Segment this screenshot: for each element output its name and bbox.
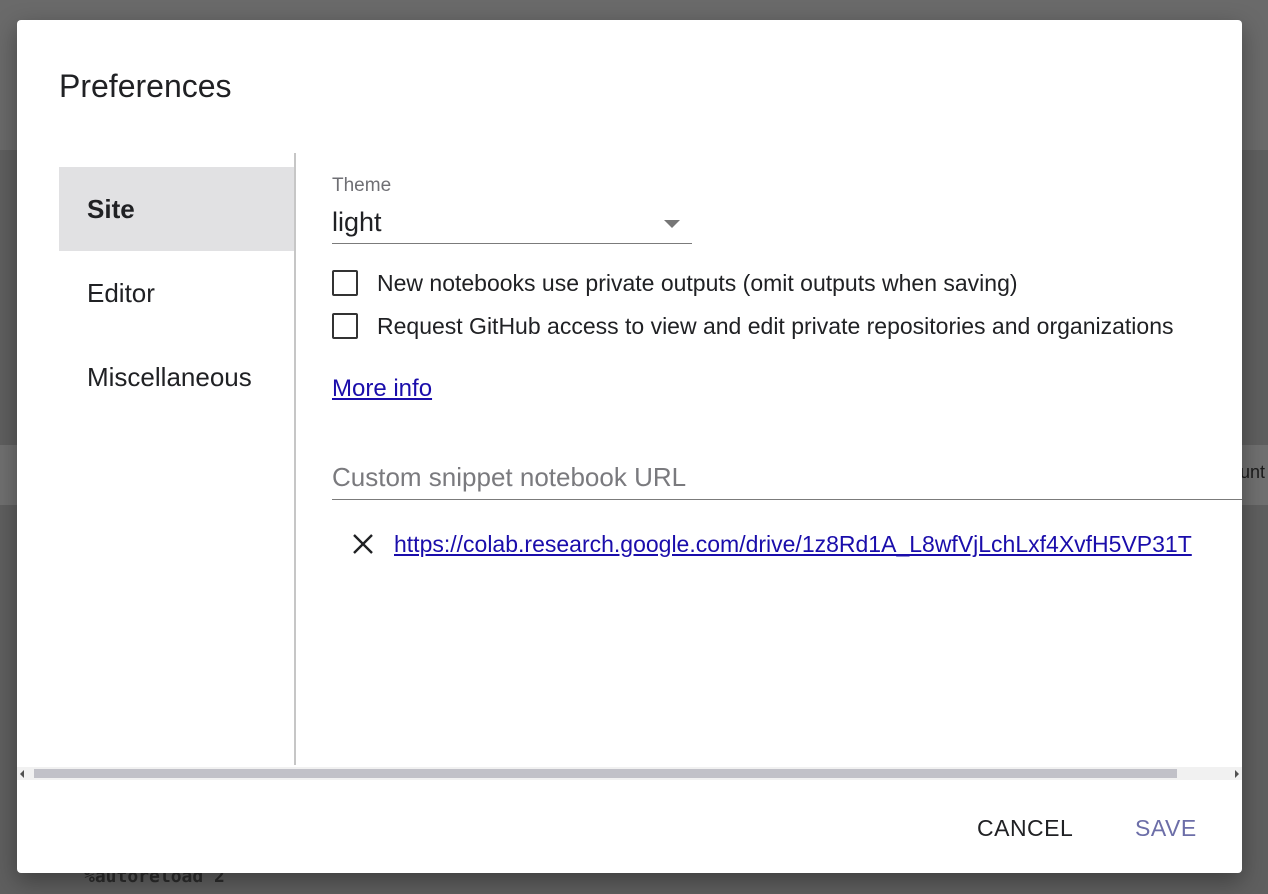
scroll-right-arrow-icon[interactable] — [1235, 770, 1239, 778]
sidebar-item-miscellaneous[interactable]: Miscellaneous — [59, 335, 295, 419]
private-outputs-label: New notebooks use private outputs (omit … — [377, 269, 1018, 296]
preferences-sidebar: Site Editor Miscellaneous — [59, 167, 295, 419]
horizontal-scrollbar[interactable] — [17, 767, 1242, 780]
dropdown-arrow-icon — [664, 220, 680, 228]
theme-label: Theme — [332, 175, 392, 196]
private-outputs-checkbox[interactable] — [332, 270, 358, 296]
snippet-url-link[interactable]: https://colab.research.google.com/drive/… — [394, 531, 1192, 558]
sidebar-divider — [294, 153, 296, 765]
github-access-option[interactable]: Request GitHub access to view and edit p… — [332, 310, 1174, 342]
scrollbar-thumb[interactable] — [34, 769, 1177, 778]
background-edge-text: unt — [1240, 462, 1266, 482]
sidebar-item-site[interactable]: Site — [59, 167, 295, 251]
close-icon[interactable] — [350, 531, 376, 557]
site-settings-panel: Theme light New notebooks use private ou… — [332, 153, 1242, 765]
preferences-dialog: Preferences Site Editor Miscellaneous Th… — [17, 20, 1242, 873]
github-access-label: Request GitHub access to view and edit p… — [377, 312, 1174, 339]
custom-snippet-url-input[interactable] — [332, 455, 1242, 500]
private-outputs-option[interactable]: New notebooks use private outputs (omit … — [332, 267, 1018, 299]
cancel-button[interactable]: CANCEL — [969, 810, 1081, 846]
dialog-title: Preferences — [59, 68, 232, 104]
save-button[interactable]: SAVE — [1127, 810, 1205, 846]
github-access-checkbox[interactable] — [332, 313, 358, 339]
theme-select[interactable]: light — [332, 205, 692, 244]
theme-select-value: light — [332, 207, 382, 237]
more-info-link[interactable]: More info — [332, 375, 432, 403]
sidebar-item-editor[interactable]: Editor — [59, 251, 295, 335]
scroll-left-arrow-icon[interactable] — [20, 770, 24, 778]
snippet-url-row: https://colab.research.google.com/drive/… — [350, 527, 1192, 561]
